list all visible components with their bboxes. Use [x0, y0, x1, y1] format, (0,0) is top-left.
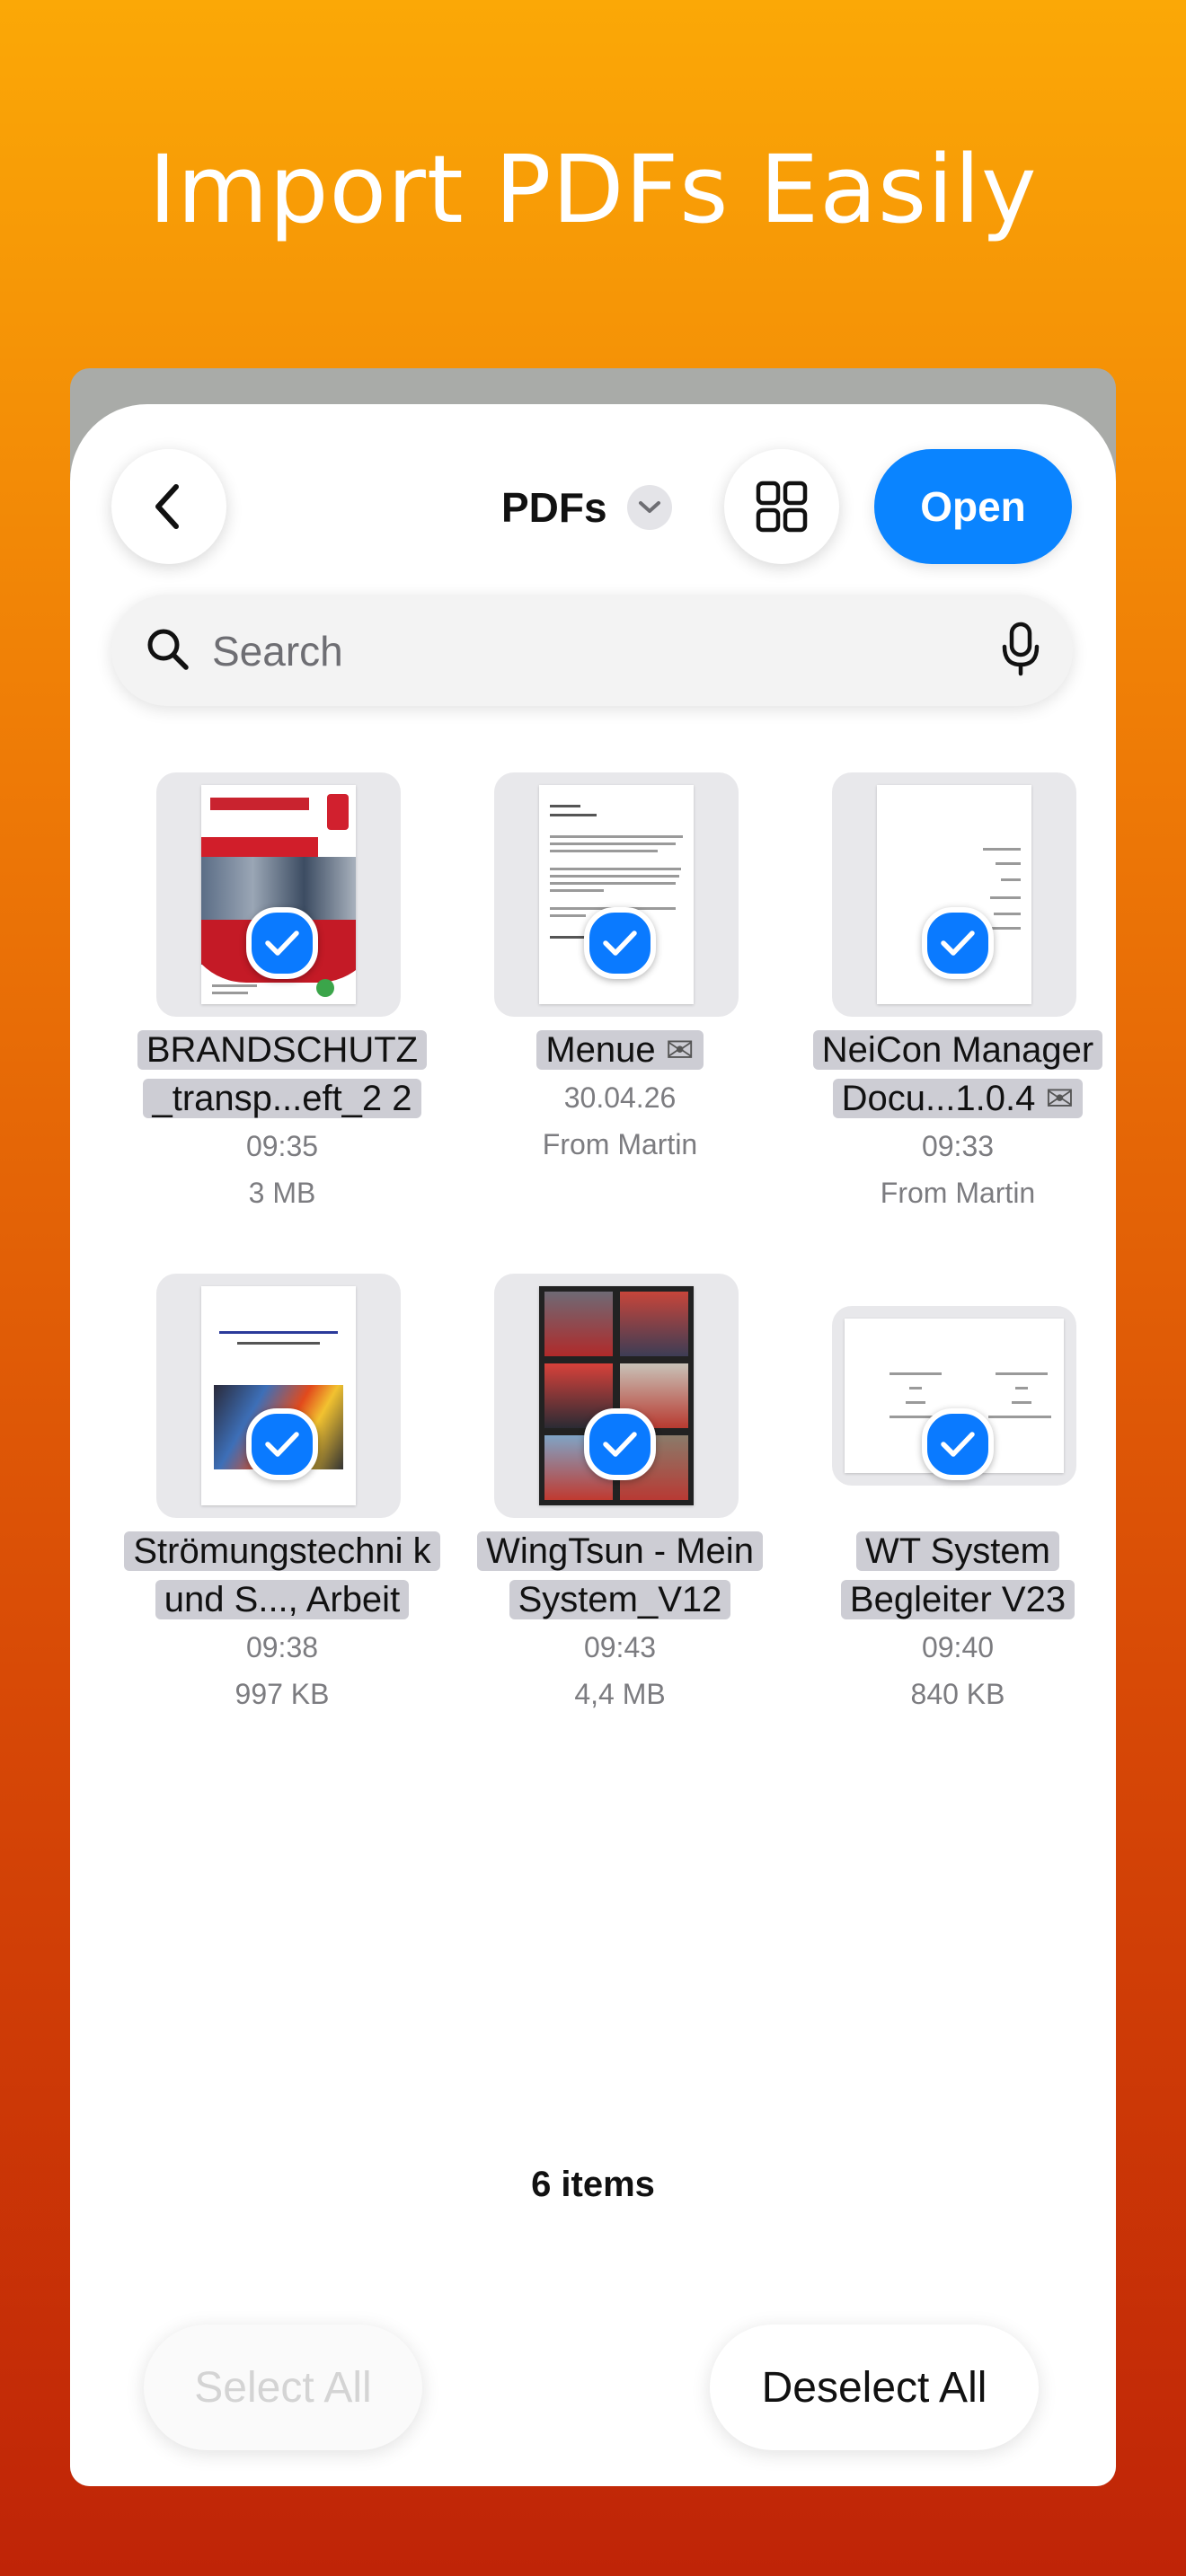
file-size: 840 KB: [910, 1678, 1005, 1710]
selected-checkmark-icon: [246, 907, 318, 979]
search-icon: [147, 629, 189, 670]
selected-checkmark-icon: [246, 1408, 318, 1480]
file-time: 09:43: [583, 1631, 657, 1663]
envelope-icon: ✉: [1045, 1081, 1075, 1118]
envelope-icon: ✉: [665, 1032, 695, 1070]
file-name: NeiCon Manager Docu...1.0.4 ✉: [789, 1026, 1116, 1124]
file-name: WingTsun - Mein System_V12: [451, 1527, 789, 1624]
file-name: BRANDSCHUTZ _transp...eft_2 2: [113, 1026, 451, 1123]
file-thumbnail: [156, 1274, 401, 1518]
chevron-left-icon: [155, 484, 179, 529]
file-thumbnail: [156, 772, 401, 1017]
selected-checkmark-icon: [584, 1408, 656, 1480]
search-bar: [111, 595, 1073, 706]
file-time: 09:38: [245, 1631, 319, 1663]
items-count: 6 items: [531, 2165, 655, 2204]
microphone-icon[interactable]: [1001, 622, 1040, 677]
open-button[interactable]: Open: [874, 449, 1072, 564]
file-name: WT System Begleiter V23: [789, 1527, 1116, 1624]
grid-icon: [756, 481, 808, 533]
file-time: 09:40: [921, 1631, 995, 1663]
file-thumbnail: [494, 772, 739, 1017]
file-date: 30.04.26: [563, 1081, 677, 1114]
grid-view-button[interactable]: [724, 449, 839, 564]
file-thumbnail: [832, 1306, 1076, 1486]
file-name: Menue ✉: [451, 1026, 789, 1075]
select-all-button[interactable]: Select All: [144, 2325, 422, 2450]
back-button[interactable]: [111, 449, 226, 564]
search-input[interactable]: [210, 616, 951, 686]
file-picker-sheet: PDFs Open Search BRANDSCHUTZ _transp...e…: [70, 404, 1116, 2486]
file-name: Strömungstechni k und S..., Arbeit: [113, 1527, 451, 1624]
file-size: 997 KB: [235, 1678, 330, 1710]
headline: Import PDFs Easily: [148, 135, 1038, 244]
file-source: From Martin: [880, 1177, 1036, 1209]
file-source: From Martin: [542, 1128, 698, 1160]
file-picker-window: PDFs Open Search BRANDSCHUTZ _transp...e…: [70, 368, 1116, 2486]
file-thumbnail: [494, 1274, 739, 1518]
file-time: 09:35: [245, 1130, 319, 1162]
folder-title-dropdown[interactable]: PDFs: [501, 476, 672, 539]
file-thumbnail: [832, 772, 1076, 1017]
selected-checkmark-icon: [922, 907, 994, 979]
chevron-down-icon: [626, 485, 672, 530]
file-size: 3 MB: [248, 1177, 316, 1209]
deselect-all-button[interactable]: Deselect All: [710, 2325, 1039, 2450]
file-time: 09:33: [921, 1130, 995, 1162]
file-size: 4,4 MB: [574, 1678, 666, 1710]
folder-title: PDFs: [501, 484, 607, 531]
selected-checkmark-icon: [584, 907, 656, 979]
selected-checkmark-icon: [922, 1408, 994, 1480]
